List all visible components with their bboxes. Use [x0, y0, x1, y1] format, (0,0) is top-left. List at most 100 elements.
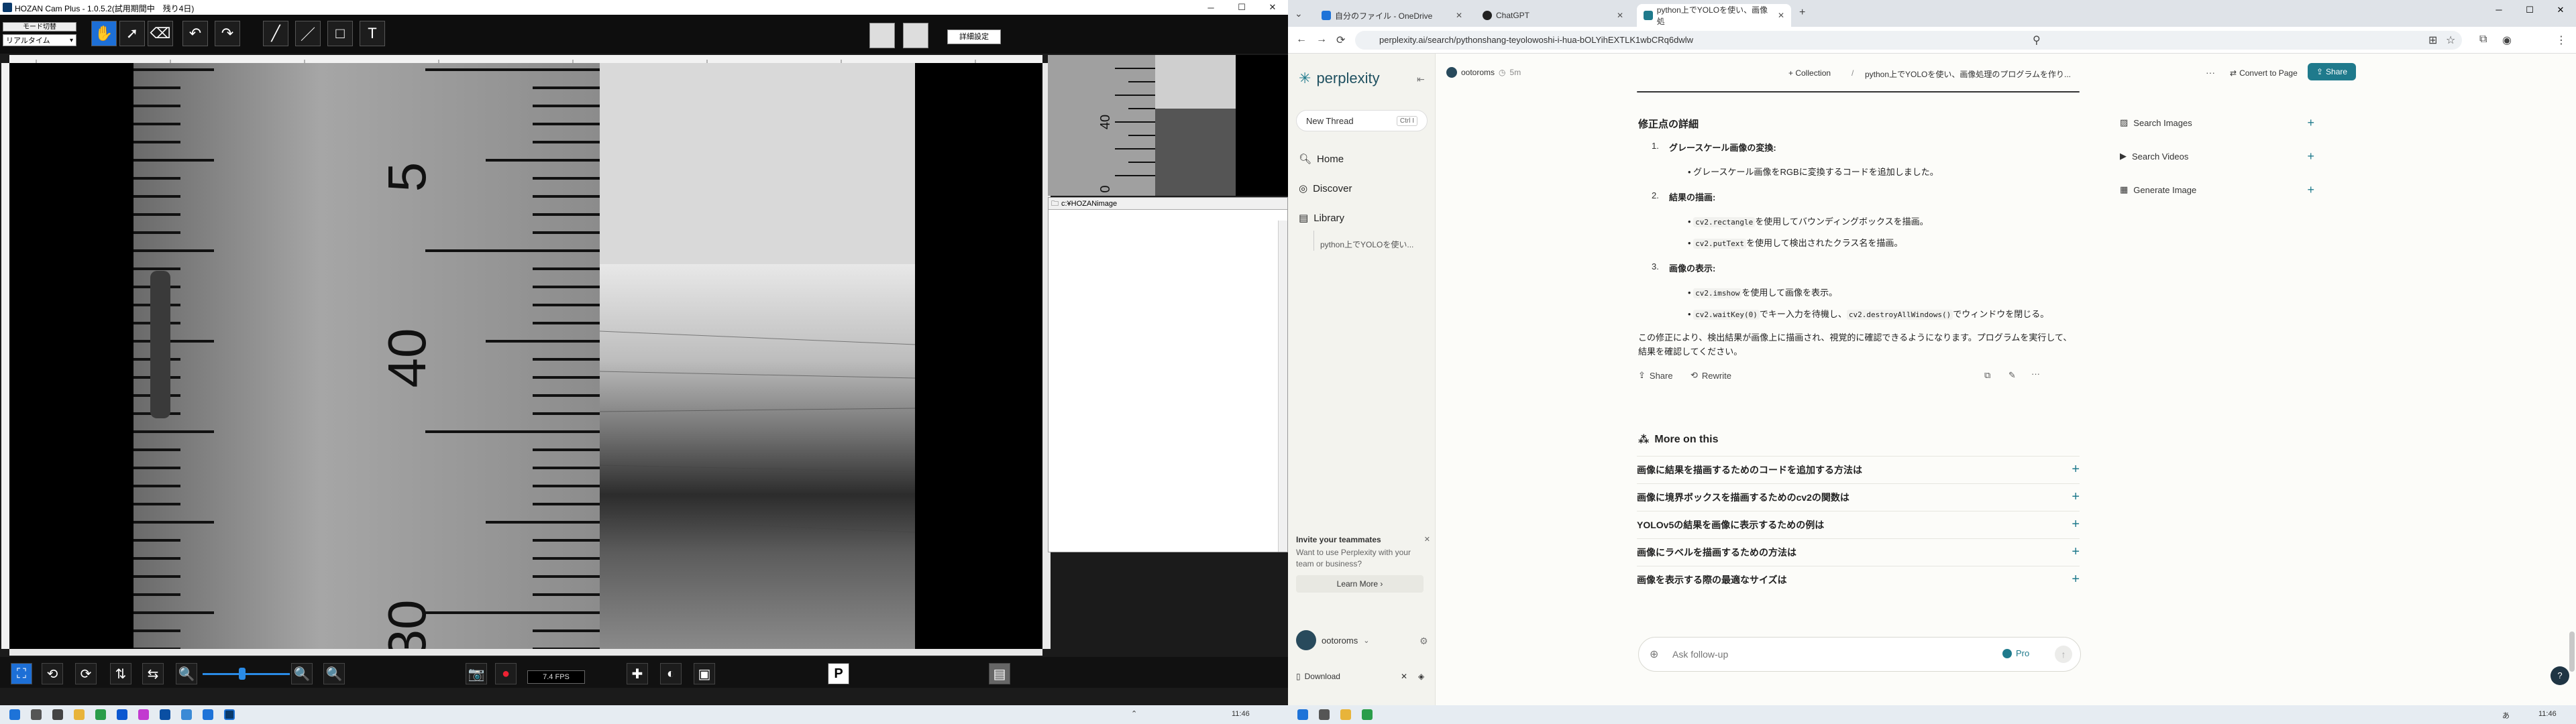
- p-button[interactable]: P: [828, 663, 849, 684]
- file-explorer-icon[interactable]: [74, 709, 85, 720]
- zoom-reset-icon[interactable]: 🔍: [323, 663, 345, 684]
- app-icon[interactable]: [203, 709, 213, 720]
- windows-start-icon[interactable]: [9, 709, 20, 720]
- minimize-icon[interactable]: ─: [1195, 0, 1226, 15]
- text-tool[interactable]: T: [360, 21, 385, 46]
- flip-vertical-icon[interactable]: ⇅: [110, 663, 131, 684]
- close-icon[interactable]: ✕: [2545, 0, 2576, 20]
- x-social-icon[interactable]: ✕: [1401, 672, 1407, 681]
- tab-perplexity[interactable]: python上でYOLOを使い、画像処 ✕: [1637, 4, 1791, 27]
- vscode-icon[interactable]: [117, 709, 127, 720]
- rewrite-button[interactable]: ⟲ Rewrite: [1690, 370, 1731, 381]
- maximize-icon[interactable]: ☐: [2514, 0, 2545, 20]
- generate-image-button[interactable]: ▦ Generate Image +: [2120, 182, 2314, 197]
- windows-start-icon[interactable]: [1297, 709, 1308, 720]
- learn-more-button[interactable]: Learn More ›: [1296, 575, 1424, 593]
- taskbar-search-icon[interactable]: [31, 709, 42, 720]
- edit-icon[interactable]: ✎: [2008, 370, 2016, 381]
- add-to-collection-button[interactable]: + Collection: [1788, 68, 1831, 78]
- tab-close-icon[interactable]: ✕: [1456, 11, 1462, 20]
- back-icon[interactable]: ←: [1296, 34, 1307, 46]
- related-question[interactable]: YOLOv5の結果を画像に表示するための例は +: [1637, 511, 2080, 538]
- rectangle-tool[interactable]: □: [327, 21, 353, 46]
- related-question[interactable]: 画像に境界ボックスを描画するためのcv2の関数は +: [1637, 483, 2080, 510]
- chrome-icon[interactable]: [1362, 709, 1373, 720]
- select-arrow-tool[interactable]: ➚: [119, 21, 145, 46]
- zoom-out-icon[interactable]: 🔍: [176, 663, 197, 684]
- sidebar-item-library[interactable]: ▤ Library: [1299, 212, 1344, 225]
- detail-settings-button[interactable]: 詳細設定: [947, 29, 1001, 44]
- tab-chatgpt[interactable]: ChatGPT ✕: [1476, 4, 1630, 27]
- flip-horizontal-icon[interactable]: ⇆: [142, 663, 164, 684]
- sidebar-item-discover[interactable]: ◎ Discover: [1299, 182, 1352, 195]
- profile-icon[interactable]: ◉: [2502, 34, 2512, 47]
- zoom-slider[interactable]: [203, 673, 290, 675]
- folder-path[interactable]: 🗀 c:¥HOZANimage: [1049, 198, 1287, 210]
- reload-icon[interactable]: ⟳: [1336, 34, 1345, 47]
- related-question[interactable]: 画像にラベルを描画するための方法は +: [1637, 538, 2080, 565]
- share-button[interactable]: ⇪ Share: [2308, 63, 2356, 80]
- minimize-icon[interactable]: ─: [2483, 0, 2514, 20]
- thumbnail-preview[interactable]: 40 0: [1048, 55, 1288, 196]
- pro-toggle[interactable]: Pro: [2002, 648, 2029, 658]
- related-question[interactable]: 画像を表示する際の最適なサイズは +: [1637, 566, 2080, 593]
- fit-view-button[interactable]: ⛶: [11, 663, 32, 684]
- folder-scrollbar[interactable]: [1278, 221, 1287, 552]
- library-thread-item[interactable]: python上でYOLOを使い...: [1320, 239, 1413, 250]
- tab-menu-icon[interactable]: ⌄: [1295, 8, 1303, 19]
- convert-to-page-button[interactable]: ⇄ Convert to Page: [2230, 68, 2298, 78]
- measure-line-tool[interactable]: ╱: [263, 21, 288, 46]
- chrome-icon[interactable]: [95, 709, 106, 720]
- sidebar-item-home[interactable]: 🔍︎ Home: [1299, 153, 1344, 166]
- more-actions-icon[interactable]: ···: [2031, 369, 2040, 379]
- settings-gear-icon[interactable]: ⚙: [1419, 636, 1428, 647]
- answer-share-button[interactable]: ⇪ Share: [1638, 370, 1673, 381]
- taskbar-search-icon[interactable]: [1319, 709, 1330, 720]
- zoom-slider-handle[interactable]: [239, 668, 246, 680]
- record-icon[interactable]: ●: [495, 663, 517, 684]
- new-tab-icon[interactable]: +: [1799, 7, 1805, 19]
- rotate-left-icon[interactable]: ⟲: [42, 663, 63, 684]
- tray-chevron-icon[interactable]: ⌃: [1131, 709, 1137, 718]
- line-tool[interactable]: ／: [295, 21, 321, 46]
- page-scrollbar[interactable]: [2569, 631, 2575, 672]
- new-thread-button[interactable]: New Thread Ctrl I: [1296, 110, 1428, 131]
- tab-onedrive[interactable]: 自分のファイル - OneDrive ✕: [1315, 4, 1469, 27]
- undo-icon[interactable]: ↶: [182, 21, 208, 46]
- camera-capture-icon[interactable]: 📷: [466, 663, 487, 684]
- camera-view[interactable]: 5 40 30: [9, 63, 1042, 649]
- more-options-icon[interactable]: ···: [2206, 67, 2215, 78]
- extensions-icon[interactable]: ⧉: [2479, 34, 2487, 46]
- tab-close-icon[interactable]: ✕: [1617, 11, 1623, 20]
- zoom-in-icon[interactable]: 🔍: [291, 663, 313, 684]
- hozan-taskbar-icon[interactable]: [224, 709, 235, 720]
- discord-icon[interactable]: ◈: [1418, 672, 1424, 681]
- viewer-horizontal-scrollbar[interactable]: [9, 649, 1042, 656]
- ime-indicator[interactable]: あ: [2502, 710, 2510, 721]
- clock-right[interactable]: 11:46: [2538, 710, 2557, 718]
- site-info-icon[interactable]: ⚲: [2033, 34, 2041, 47]
- task-view-icon[interactable]: [52, 709, 63, 720]
- mode-select[interactable]: リアルタイム: [3, 34, 76, 47]
- perplexity-logo[interactable]: ✳ perplexity: [1299, 70, 1380, 87]
- copy-icon[interactable]: ⧉: [1984, 370, 1990, 381]
- gallery-icon[interactable]: ▤: [989, 663, 1010, 684]
- bookmark-star-icon[interactable]: ☆: [2446, 34, 2455, 47]
- maximize-icon[interactable]: ☐: [1226, 0, 1257, 15]
- tab-close-icon[interactable]: ✕: [1778, 11, 1784, 20]
- url-field[interactable]: perplexity.ai/search/pythonshang-teyolow…: [1355, 31, 2462, 50]
- eraser-tool[interactable]: ⌫: [148, 21, 173, 46]
- export-image-button[interactable]: [869, 23, 895, 48]
- pan-hand-tool[interactable]: ✋: [91, 21, 117, 46]
- clock-left[interactable]: 11:46: [1232, 710, 1250, 718]
- related-question[interactable]: 画像に結果を描画するためのコードを追加する方法は +: [1637, 456, 2080, 483]
- translate-icon[interactable]: ⊞: [2428, 34, 2437, 47]
- download-link[interactable]: ▯ Download: [1296, 672, 1340, 681]
- search-videos-button[interactable]: ▶ Search Videos +: [2120, 149, 2314, 164]
- user-menu[interactable]: ootoroms ⌄: [1296, 630, 1369, 650]
- help-button[interactable]: ?: [2551, 666, 2569, 685]
- attach-plus-icon[interactable]: ⊕: [1650, 648, 1658, 661]
- followup-input[interactable]: [1672, 647, 1968, 662]
- rotate-right-icon[interactable]: ⟳: [75, 663, 97, 684]
- search-images-button[interactable]: ▨ Search Images +: [2120, 115, 2314, 130]
